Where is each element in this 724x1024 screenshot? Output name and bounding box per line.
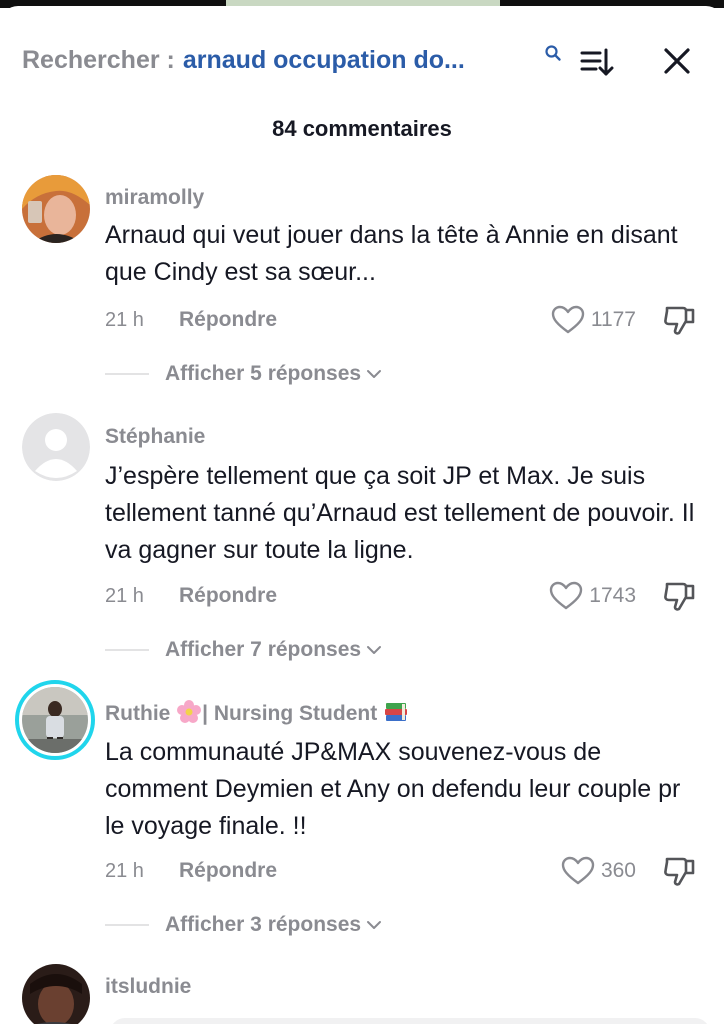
view-replies-label: Afficher 5 réponses [165,362,362,385]
comment-author[interactable]: Stéphanie [105,425,205,449]
view-replies-button[interactable]: Afficher 3 réponses [105,910,383,940]
replies-divider [105,924,149,926]
view-replies-button[interactable]: Afficher 7 réponses [105,635,383,665]
dislike-icon[interactable] [662,303,696,337]
comment-text: J’espère tellement que ça soit JP et Max… [105,462,695,564]
view-replies-button[interactable]: Afficher 5 réponses [105,359,383,389]
dislike-icon[interactable] [662,579,696,613]
heart-icon [550,581,583,610]
like-count: 360 [600,859,636,882]
avatar[interactable] [22,413,90,481]
comment-meta: 21 h Répondre [105,856,277,886]
comment-meta: 21 h Répondre [105,581,277,611]
avatar [22,687,88,753]
comment-text: La communauté JP&MAX souvenez-vous de co… [105,738,681,840]
comment-author[interactable]: Ruthie | Nursing Student [105,699,409,726]
like-count: 1177 [590,308,636,331]
author-name-suffix: | Nursing Student [202,702,384,725]
flower-emoji-icon [177,700,202,723]
avatar[interactable] [22,175,90,243]
comment-count: 84 commentaires [272,116,452,141]
sort-icon[interactable] [580,46,614,78]
search-query[interactable]: arnaud occupation do... [183,46,465,75]
comments-sheet: Rechercher : arnaud occupation do... 84 … [0,6,724,1024]
comment-time: 21 h [105,308,144,331]
books-emoji-icon [385,703,408,721]
replies-divider [105,649,149,651]
comment-meta: 21 h Répondre [105,305,277,335]
like-button[interactable]: 360 [561,856,636,886]
search-prefix: Rechercher : [22,45,175,74]
comment-text: Arnaud qui veut jouer dans la tête à Ann… [105,221,678,286]
like-button[interactable]: 1177 [551,305,636,335]
heart-icon [561,856,595,885]
comment-author[interactable]: itsludnie [105,975,191,999]
reply-button[interactable]: Répondre [179,308,277,332]
chevron-down-icon [367,921,382,929]
comment-input-bar[interactable] [0,1012,724,1024]
dislike-icon[interactable] [662,854,696,888]
search-icon[interactable] [544,44,562,62]
replies-divider [105,373,149,375]
chevron-down-icon [367,370,382,378]
comment-author[interactable]: miramolly [105,186,204,210]
like-button[interactable]: 1743 [549,581,636,611]
search-header[interactable]: Rechercher : arnaud occupation do... [22,40,465,80]
close-icon[interactable] [662,46,692,76]
author-name: Ruthie [105,702,177,725]
view-replies-label: Afficher 7 réponses [165,638,362,661]
reply-button[interactable]: Répondre [179,859,277,883]
reply-button[interactable]: Répondre [179,584,277,608]
chevron-down-icon [367,646,382,654]
like-count: 1743 [589,584,636,607]
view-replies-label: Afficher 3 réponses [165,913,362,936]
comment-time: 21 h [105,584,144,607]
comment-time: 21 h [105,859,144,882]
story-ring[interactable] [15,680,95,760]
heart-icon [551,305,585,334]
